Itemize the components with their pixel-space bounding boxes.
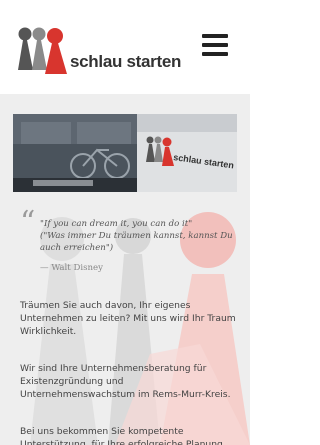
menu-icon[interactable] [202,34,228,56]
quote-mark-icon: “ [20,205,36,240]
hero-image: schlau starten [13,114,237,192]
logo-figure-red [45,28,67,74]
quote-author: — Walt Disney [40,263,103,273]
quote: "If you can dream it, you can do it" ("W… [40,218,236,254]
logo-figure-grey [32,27,47,70]
logo-figure-dark [18,27,33,70]
intro-paragraph-3: Bei uns bekommen Sie kompetente Unterstü… [20,426,223,445]
logo-text[interactable]: schlau starten [70,52,181,72]
quote-english: "If you can dream it, you can do it" [40,219,193,229]
quote-german: ("Was immer Du träumen kannst, kannst Du… [40,231,233,253]
site-header: schlau starten [0,0,250,94]
main-content: schlau starten “ "If you can dream it, y… [0,94,250,445]
intro-paragraph-2: Wir sind Ihre Unternehmensberatung für E… [20,363,231,400]
intro-paragraph-1: Träumen Sie auch davon, Ihr eigenes Unte… [20,300,236,337]
